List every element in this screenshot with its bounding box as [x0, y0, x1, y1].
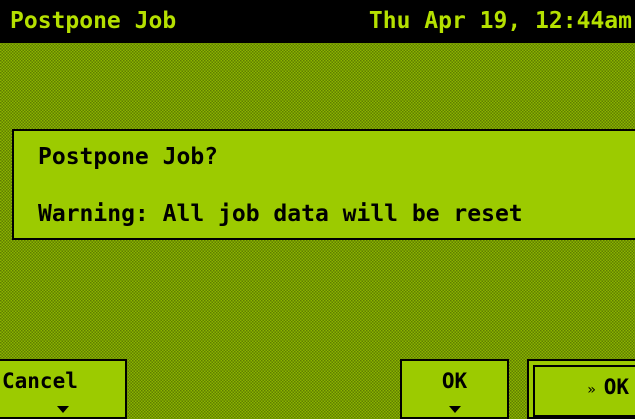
arrow-down-icon — [56, 406, 69, 413]
cancel-button[interactable]: Cancel — [0, 359, 127, 419]
screen-title: Postpone Job — [10, 8, 177, 34]
dialog-warning: Warning: All job data will be reset — [38, 201, 523, 227]
signal-icon: » — [587, 382, 596, 398]
cancel-button-label: Cancel — [2, 369, 78, 393]
ok-signal-button-label: OK — [603, 375, 629, 399]
ok-signal-button-frame: » OK — [533, 365, 635, 417]
datetime-display: Thu Apr 19, 12:44am — [368, 8, 632, 34]
ok-signal-button-label-group: » OK — [587, 375, 629, 399]
ok-button[interactable]: OK — [400, 359, 509, 419]
title-bar: Postpone Job Thu Apr 19, 12:44am — [0, 0, 635, 43]
ok-button-label: OK — [441, 369, 468, 393]
ok-signal-button[interactable]: » OK — [527, 359, 635, 419]
dialog-question: Postpone Job? — [38, 144, 219, 170]
arrow-down-icon — [448, 406, 461, 413]
confirm-dialog: Postpone Job? Warning: All job data will… — [12, 129, 635, 240]
